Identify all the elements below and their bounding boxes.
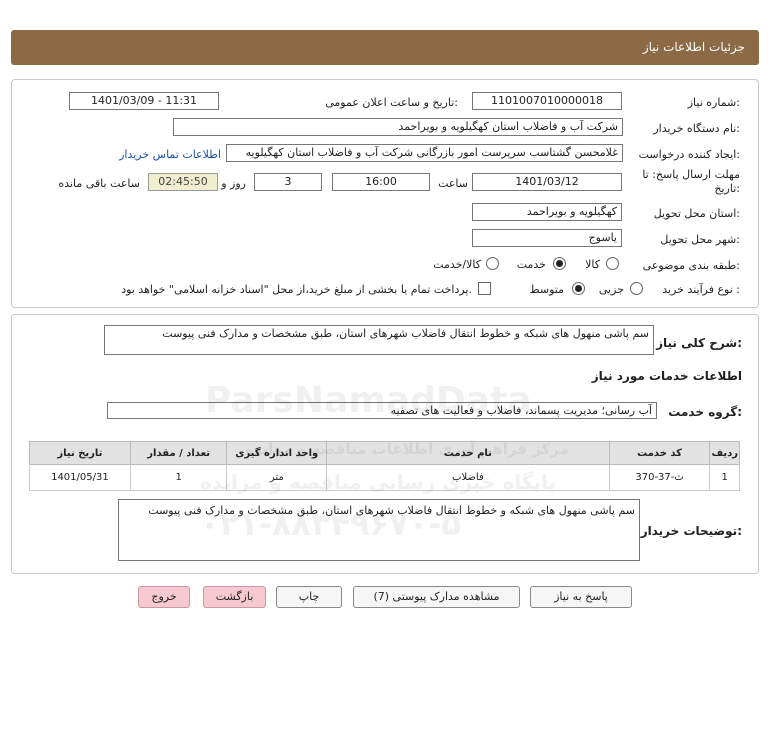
- contact-link[interactable]: اطلاعات تماس خریدار: [119, 148, 221, 161]
- summary-field: سم پاشی منهول های شبکه و خطوط انتقال فاض…: [104, 325, 654, 355]
- category-radio-service[interactable]: [553, 257, 566, 270]
- need-number-field: 1101007010000018: [472, 92, 622, 110]
- info-panel: [11, 79, 759, 308]
- treasury-checkbox[interactable]: [478, 282, 491, 295]
- col-quantity: تعداد / مقدار: [129, 441, 228, 465]
- page-title: جزئیات اطلاعات نیاز: [642, 40, 745, 54]
- category-option-goods: کالا: [585, 258, 600, 271]
- col-service-name: نام خدمت: [326, 441, 610, 465]
- cell-row-number: 1: [709, 464, 740, 491]
- need-number-label: شماره نیاز:: [687, 96, 740, 109]
- table-header-row: ردیف کد خدمت نام خدمت واحد اندازه گیری ت…: [29, 441, 740, 465]
- deadline-label-1: مهلت ارسال پاسخ: تا: [642, 168, 740, 181]
- purchase-type-label: نوع فرآیند خرید :: [662, 283, 740, 296]
- cell-unit: متر: [226, 464, 328, 491]
- buyer-notes-field: سم پاشی منهول های شبکه و خطوط انتقال فاض…: [118, 499, 640, 561]
- page-header: جزئیات اطلاعات نیاز: [11, 30, 759, 65]
- cell-service-name: فاضلاب: [326, 464, 610, 491]
- col-row-number: ردیف: [709, 441, 740, 465]
- buyer-org-field: شرکت آب و فاضلاب استان کهگیلویه و بویراح…: [173, 118, 623, 136]
- purchase-radio-medium[interactable]: [572, 282, 585, 295]
- province-label: استان محل تحویل:: [653, 207, 740, 220]
- days-label: روز و: [221, 177, 246, 190]
- col-service-code: کد خدمت: [608, 441, 711, 465]
- deadline-label-2: تاریخ:: [714, 182, 740, 195]
- remaining-label: ساعت باقی مانده: [58, 177, 140, 190]
- buyer-org-label: نام دستگاه خریدار:: [653, 122, 740, 135]
- col-unit: واحد اندازه گیری: [226, 441, 328, 465]
- time-label: ساعت: [438, 177, 468, 190]
- view-docs-button[interactable]: مشاهده مدارک پیوستی (7): [353, 586, 520, 608]
- reply-button[interactable]: پاسخ به نیاز: [530, 586, 632, 608]
- creator-label: ایجاد کننده درخواست:: [638, 148, 740, 161]
- purchase-radio-minor[interactable]: [630, 282, 643, 295]
- exit-button[interactable]: خروج: [138, 586, 190, 608]
- service-group-label: گروه خدمت:: [668, 405, 742, 419]
- cell-service-code: ث-37-370: [608, 464, 711, 491]
- summary-label: شرح کلی نیاز:: [656, 336, 742, 350]
- days-field: 3: [254, 173, 322, 191]
- city-label: شهر محل تحویل:: [660, 233, 740, 246]
- treasury-text: پرداخت تمام یا بخشی از مبلغ خرید،از محل …: [121, 283, 472, 296]
- buyer-notes-label: توضیحات خریدار:: [640, 524, 742, 538]
- category-option-service: خدمت: [516, 258, 546, 271]
- col-need-date: تاریخ نیاز: [29, 441, 131, 465]
- deadline-time-field: 16:00: [332, 173, 430, 191]
- services-title: اطلاعات خدمات مورد نیاز: [591, 369, 742, 383]
- creator-field: غلامحسن گشتاسب سرپرست امور بازرگانی شرکت…: [226, 144, 623, 162]
- table-row: 1 ث-37-370 فاضلاب متر 1 1401/05/31: [29, 464, 740, 491]
- category-option-goods-service: کالا/خدمت: [433, 258, 481, 271]
- category-label: طبقه بندی موضوعی:: [642, 259, 740, 272]
- purchase-option-medium: متوسط: [529, 283, 564, 296]
- cell-quantity: 1: [129, 464, 228, 491]
- province-field: کهگیلویه و بویراحمد: [472, 203, 622, 221]
- purchase-option-minor: جزیی: [598, 283, 624, 296]
- announce-field: 1401/03/09 - 11:31: [69, 92, 219, 110]
- services-table: ردیف کد خدمت نام خدمت واحد اندازه گیری ت…: [29, 441, 740, 491]
- back-button[interactable]: بازگشت: [203, 586, 266, 608]
- category-radio-goods-service[interactable]: [486, 257, 499, 270]
- print-button[interactable]: چاپ: [276, 586, 342, 608]
- remaining-time-field: 02:45:50: [148, 173, 218, 191]
- announce-label: تاریخ و ساعت اعلان عمومی:: [325, 96, 458, 109]
- category-radio-goods[interactable]: [606, 257, 619, 270]
- deadline-date-field: 1401/03/12: [472, 173, 622, 191]
- city-field: یاسوج: [472, 229, 622, 247]
- service-group-field: آب رسانی؛ مدیریت پسماند، فاضلاب و فعالیت…: [107, 402, 657, 419]
- cell-need-date: 1401/05/31: [29, 464, 131, 491]
